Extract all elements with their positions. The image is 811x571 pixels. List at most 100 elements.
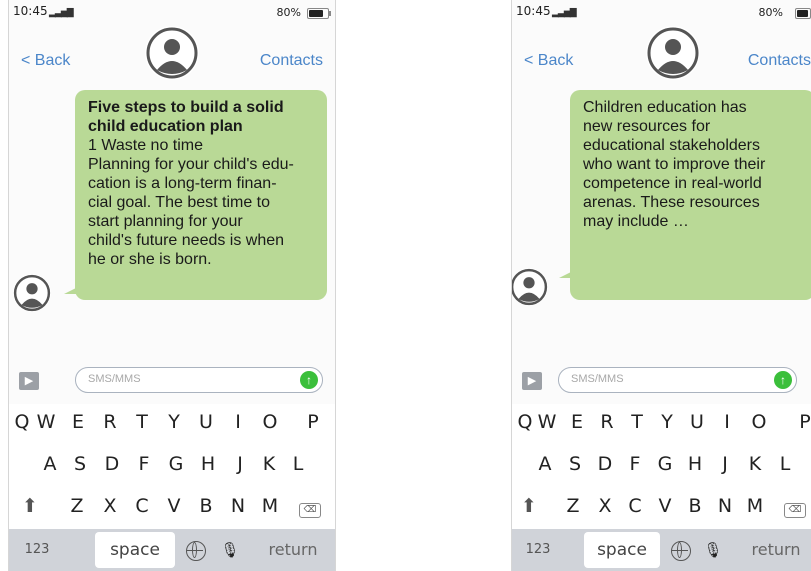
contact-avatar-icon[interactable] xyxy=(646,26,700,80)
shift-icon[interactable]: ⬆ xyxy=(17,488,43,524)
message-line: who want to improve their xyxy=(583,156,766,173)
key-c[interactable]: C xyxy=(129,488,155,524)
contacts-button[interactable]: Contacts xyxy=(260,52,323,70)
key-j[interactable]: J xyxy=(712,446,738,482)
sms-field[interactable]: ↑ xyxy=(75,367,323,393)
key-k[interactable]: K xyxy=(742,446,768,482)
backspace-key[interactable]: ⌫ xyxy=(780,488,810,524)
key-v[interactable]: V xyxy=(652,488,678,524)
key-y[interactable]: Y xyxy=(654,404,680,440)
key-d[interactable]: D xyxy=(99,446,125,482)
key-a[interactable]: A xyxy=(532,446,558,482)
key-o[interactable]: O xyxy=(746,404,772,440)
key-t[interactable]: T xyxy=(129,404,155,440)
key-l[interactable]: L xyxy=(772,446,798,482)
keyboard-row-2: A S D F G H J K L xyxy=(9,446,335,486)
key-w[interactable]: W xyxy=(33,404,59,440)
sms-input[interactable] xyxy=(569,372,763,386)
message-line: new resources for xyxy=(583,118,711,135)
nav-bar: < Back Contacts xyxy=(9,24,335,98)
key-w[interactable]: W xyxy=(534,404,560,440)
key-g[interactable]: G xyxy=(652,446,678,482)
shift-icon[interactable]: ⬆ xyxy=(516,488,542,524)
space-key[interactable]: space xyxy=(95,532,175,568)
message-line: Children education has xyxy=(583,99,747,116)
message-line: start planning for your xyxy=(88,213,243,230)
message-line: 1 Waste no time xyxy=(88,137,204,154)
key-s[interactable]: S xyxy=(562,446,588,482)
sms-input[interactable] xyxy=(86,372,280,386)
microphone-icon[interactable]: 🎙 xyxy=(698,532,728,568)
key-g[interactable]: G xyxy=(163,446,189,482)
key-c[interactable]: C xyxy=(622,488,648,524)
message-line: arenas. These resources xyxy=(583,194,760,211)
sms-field[interactable]: ↑ xyxy=(558,367,797,393)
return-key[interactable]: return xyxy=(261,532,325,568)
key-z[interactable]: Z xyxy=(560,488,586,524)
key-b[interactable]: B xyxy=(193,488,219,524)
key-x[interactable]: X xyxy=(592,488,618,524)
phone-screen-right: 10:45 ▂▃▅▇ 80% < Back Contacts Children … xyxy=(511,0,811,571)
key-r[interactable]: R xyxy=(97,404,123,440)
key-e[interactable]: E xyxy=(564,404,590,440)
key-f[interactable]: F xyxy=(131,446,157,482)
key-o[interactable]: O xyxy=(257,404,283,440)
key-u[interactable]: U xyxy=(684,404,710,440)
keyboard: Q W E R T Y U I O P A S D F G H J K L ⬆ … xyxy=(512,404,811,571)
key-v[interactable]: V xyxy=(161,488,187,524)
expand-apps-button[interactable]: ▶ xyxy=(19,372,39,390)
status-bar: 10:45 ▂▃▅▇ 80% xyxy=(512,0,811,24)
microphone-icon[interactable]: 🎙 xyxy=(215,532,245,568)
send-button[interactable]: ↑ xyxy=(300,371,318,389)
key-m[interactable]: M xyxy=(742,488,768,524)
key-t[interactable]: T xyxy=(624,404,650,440)
globe-key[interactable] xyxy=(666,532,696,568)
phone-screen-left: 10:45 ▂▃▅▇ 80% < Back Contacts Five step… xyxy=(8,0,336,571)
key-u[interactable]: U xyxy=(193,404,219,440)
key-k[interactable]: K xyxy=(256,446,282,482)
numbers-key[interactable]: 123 xyxy=(17,532,57,568)
keyboard-row-3: ⬆ Z X C V B N M ⌫ xyxy=(9,488,335,528)
key-q[interactable]: Q xyxy=(9,404,35,440)
space-key[interactable]: space xyxy=(584,532,660,568)
key-d[interactable]: D xyxy=(592,446,618,482)
keyboard-row-1: Q W E R T Y U I O P xyxy=(9,404,335,444)
key-i[interactable]: I xyxy=(714,404,740,440)
backspace-icon: ⌫ xyxy=(784,503,806,518)
key-r[interactable]: R xyxy=(594,404,620,440)
key-y[interactable]: Y xyxy=(161,404,187,440)
key-j[interactable]: J xyxy=(227,446,253,482)
numbers-key[interactable]: 123 xyxy=(518,532,558,568)
globe-key[interactable] xyxy=(181,532,211,568)
key-p[interactable]: P xyxy=(792,404,811,440)
back-button[interactable]: < Back xyxy=(21,52,70,70)
key-s[interactable]: S xyxy=(67,446,93,482)
key-i[interactable]: I xyxy=(225,404,251,440)
key-h[interactable]: H xyxy=(682,446,708,482)
key-x[interactable]: X xyxy=(97,488,123,524)
contacts-button[interactable]: Contacts xyxy=(748,52,811,70)
battery-percent: 80% xyxy=(276,6,301,19)
key-z[interactable]: Z xyxy=(64,488,90,524)
expand-apps-button[interactable]: ▶ xyxy=(522,372,542,390)
key-h[interactable]: H xyxy=(195,446,221,482)
key-p[interactable]: P xyxy=(300,404,326,440)
message-line: may include … xyxy=(583,213,689,230)
key-f[interactable]: F xyxy=(622,446,648,482)
key-n[interactable]: N xyxy=(225,488,251,524)
key-e[interactable]: E xyxy=(65,404,91,440)
return-key[interactable]: return xyxy=(744,532,808,568)
send-button[interactable]: ↑ xyxy=(774,371,792,389)
contact-avatar-icon[interactable] xyxy=(145,26,199,80)
key-a[interactable]: A xyxy=(37,446,63,482)
message-title: Five steps to build a solid child educat… xyxy=(88,99,284,135)
key-n[interactable]: N xyxy=(712,488,738,524)
message-input-bar: ▶ ↑ xyxy=(512,362,811,398)
back-button[interactable]: < Back xyxy=(524,52,573,70)
key-l[interactable]: L xyxy=(285,446,311,482)
backspace-key[interactable]: ⌫ xyxy=(295,488,325,524)
message-line: educational stakeholders xyxy=(583,137,761,154)
battery-icon xyxy=(795,8,811,19)
key-m[interactable]: M xyxy=(257,488,283,524)
key-b[interactable]: B xyxy=(682,488,708,524)
